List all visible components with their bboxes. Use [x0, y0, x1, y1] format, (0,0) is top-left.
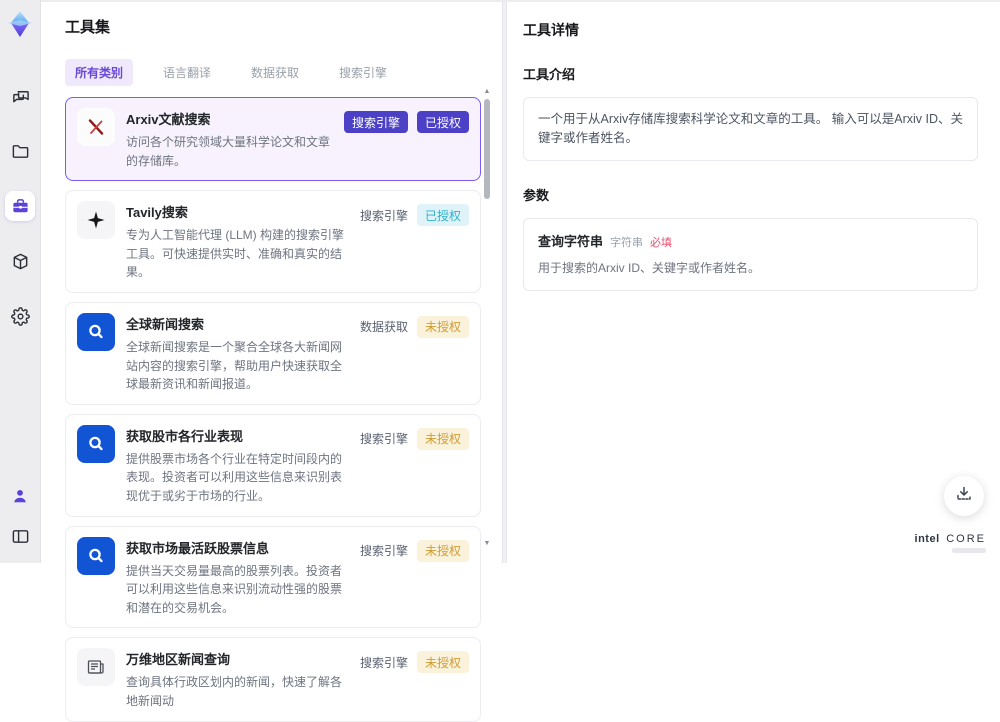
card-badges: 搜索引擎 未授权 — [360, 425, 469, 450]
auth-badge: 未授权 — [417, 316, 469, 338]
folder-icon — [11, 142, 30, 161]
param-description: 用于搜索的Arxiv ID、关键字或作者姓名。 — [538, 259, 963, 276]
tool-name: 万维地区新闻查询 — [126, 649, 349, 668]
tool-card-sector-performance[interactable]: 获取股市各行业表现 提供股票市场各个行业在特定时间段内的表现。投资者可以利用这些… — [65, 414, 481, 517]
sidebar-item-chat[interactable] — [5, 81, 35, 111]
card-body: Tavily搜索 专为人工智能代理 (LLM) 构建的搜索引擎工具。可快速提供实… — [126, 201, 349, 282]
tool-description: 提供股票市场各个行业在特定时间段内的表现。投资者可以利用这些信息来识别表现优于或… — [126, 450, 349, 506]
scroll-down-arrow[interactable]: ▼ — [483, 540, 491, 548]
intel-badge-bar — [952, 548, 986, 553]
category-badge: 搜索引擎 — [344, 111, 408, 133]
detail-title: 工具详情 — [523, 20, 978, 40]
tool-detail-pane: 工具详情 工具介绍 一个用于从Arxiv存储库搜索科学论文和文章的工具。 输入可… — [507, 2, 1000, 563]
auth-badge: 未授权 — [417, 540, 469, 562]
newspaper-icon — [77, 648, 115, 686]
intel-core-logo: intel CORE — [915, 533, 986, 545]
tool-description: 专为人工智能代理 (LLM) 构建的搜索引擎工具。可快速提供实时、准确和真实的结… — [126, 226, 349, 282]
category-badge: 搜索引擎 — [360, 540, 408, 562]
intro-text: 一个用于从Arxiv存储库搜索科学论文和文章的工具。 输入可以是Arxiv ID… — [523, 97, 978, 161]
tool-name: 全球新闻搜索 — [126, 314, 349, 333]
tavily-star-icon — [77, 201, 115, 239]
tool-description: 全球新闻搜索是一个聚合全球各大新闻网站内容的搜索引擎，帮助用户快速获取全球最新资… — [126, 338, 349, 394]
sidebar-item-files[interactable] — [5, 136, 35, 166]
layout-panel-icon — [11, 527, 30, 546]
tool-name: 获取市场最活跃股票信息 — [126, 538, 349, 557]
toolbox-icon — [11, 197, 30, 216]
blue-search-icon — [77, 425, 115, 463]
tab-all-categories[interactable]: 所有类别 — [65, 59, 133, 86]
download-icon — [955, 485, 973, 508]
page-title: 工具集 — [65, 16, 502, 37]
auth-badge: 已授权 — [417, 204, 469, 226]
card-badges: 搜索引擎 未授权 — [360, 648, 469, 673]
param-head: 查询字符串 字符串 必填 — [538, 231, 963, 250]
category-badge: 搜索引擎 — [360, 651, 408, 673]
core-wordmark: CORE — [946, 533, 986, 545]
sidebar-item-collapse[interactable] — [5, 521, 35, 551]
sidebar-nav — [5, 81, 35, 331]
category-badge: 数据获取 — [360, 316, 408, 338]
card-badges: 数据获取 未授权 — [360, 313, 469, 338]
tool-list-pane: 工具集 所有类别 语言翻译 数据获取 搜索引擎 Arxiv文献搜索 访问各个研究… — [41, 2, 502, 563]
sidebar-item-packages[interactable] — [5, 246, 35, 276]
tab-language-translation[interactable]: 语言翻译 — [153, 59, 221, 86]
card-body: 获取市场最活跃股票信息 提供当天交易量最高的股票列表。投资者可以利用这些信息来识… — [126, 537, 349, 618]
sidebar-item-account[interactable] — [5, 481, 35, 511]
auth-badge: 已授权 — [417, 111, 469, 133]
auth-badge: 未授权 — [417, 428, 469, 450]
param-type: 字符串 — [610, 234, 643, 250]
main-content: 工具集 所有类别 语言翻译 数据获取 搜索引擎 Arxiv文献搜索 访问各个研究… — [41, 0, 1000, 563]
param-name: 查询字符串 — [538, 231, 603, 250]
tool-card-regional-news[interactable]: 万维地区新闻查询 查询具体行政区划内的新闻，快速了解各地新闻动 搜索引擎 未授权 — [65, 637, 481, 721]
tool-card-global-news[interactable]: 全球新闻搜索 全球新闻搜索是一个聚合全球各大新闻网站内容的搜索引擎，帮助用户快速… — [65, 302, 481, 405]
card-badges: 搜索引擎 未授权 — [360, 537, 469, 562]
tool-card-active-stocks[interactable]: 获取市场最活跃股票信息 提供当天交易量最高的股票列表。投资者可以利用这些信息来识… — [65, 526, 481, 629]
tool-description: 查询具体行政区划内的新闻，快速了解各地新闻动 — [126, 673, 349, 710]
list-scrollbar[interactable]: ▲ ▼ — [483, 88, 491, 548]
category-badge: 搜索引擎 — [360, 428, 408, 450]
card-badges: 搜索引擎 已授权 — [360, 201, 469, 226]
tool-card-tavily[interactable]: Tavily搜索 专为人工智能代理 (LLM) 构建的搜索引擎工具。可快速提供实… — [65, 190, 481, 293]
card-badges: 搜索引擎 已授权 — [344, 108, 469, 133]
scrollbar-thumb[interactable] — [484, 99, 490, 199]
arxiv-icon — [77, 108, 115, 146]
category-badge: 搜索引擎 — [360, 204, 408, 226]
tool-description: 访问各个研究领域大量科学论文和文章的存储库。 — [126, 133, 333, 170]
download-button[interactable] — [944, 476, 984, 516]
intro-heading: 工具介绍 — [523, 64, 978, 83]
app-sidebar — [0, 0, 41, 563]
intel-core-badge: intel CORE — [915, 533, 986, 553]
params-heading: 参数 — [523, 185, 978, 204]
card-body: 万维地区新闻查询 查询具体行政区划内的新闻，快速了解各地新闻动 — [126, 648, 349, 710]
tab-data-fetch[interactable]: 数据获取 — [241, 59, 309, 86]
auth-badge: 未授权 — [417, 651, 469, 673]
blue-search-icon — [77, 537, 115, 575]
tool-card-arxiv[interactable]: Arxiv文献搜索 访问各个研究领域大量科学论文和文章的存储库。 搜索引擎 已授… — [65, 97, 481, 181]
scroll-up-arrow[interactable]: ▲ — [483, 88, 491, 96]
param-required-badge: 必填 — [650, 234, 672, 250]
card-body: 获取股市各行业表现 提供股票市场各个行业在特定时间段内的表现。投资者可以利用这些… — [126, 425, 349, 506]
tool-name: 获取股市各行业表现 — [126, 426, 349, 445]
chat-icon — [11, 87, 30, 106]
tool-name: Arxiv文献搜索 — [126, 109, 333, 128]
tool-name: Tavily搜索 — [126, 202, 349, 221]
app-logo gem-logo — [5, 9, 35, 39]
intel-wordmark: intel — [915, 533, 940, 545]
param-card: 查询字符串 字符串 必填 用于搜索的Arxiv ID、关键字或作者姓名。 — [523, 218, 978, 291]
card-body: 全球新闻搜索 全球新闻搜索是一个聚合全球各大新闻网站内容的搜索引擎，帮助用户快速… — [126, 313, 349, 394]
user-icon — [11, 487, 29, 505]
tab-search-engine[interactable]: 搜索引擎 — [329, 59, 397, 86]
sidebar-bottom — [5, 481, 35, 551]
category-tabs: 所有类别 语言翻译 数据获取 搜索引擎 — [65, 59, 502, 86]
sidebar-item-toolbox[interactable] — [5, 191, 35, 221]
tool-description: 提供当天交易量最高的股票列表。投资者可以利用这些信息来识别流动性强的股票和潜在的… — [126, 562, 349, 618]
gear-icon — [11, 307, 30, 326]
blue-search-icon — [77, 313, 115, 351]
sidebar-item-settings[interactable] — [5, 301, 35, 331]
package-icon — [11, 252, 30, 271]
card-body: Arxiv文献搜索 访问各个研究领域大量科学论文和文章的存储库。 — [126, 108, 333, 170]
tool-cards: Arxiv文献搜索 访问各个研究领域大量科学论文和文章的存储库。 搜索引擎 已授… — [65, 97, 481, 722]
